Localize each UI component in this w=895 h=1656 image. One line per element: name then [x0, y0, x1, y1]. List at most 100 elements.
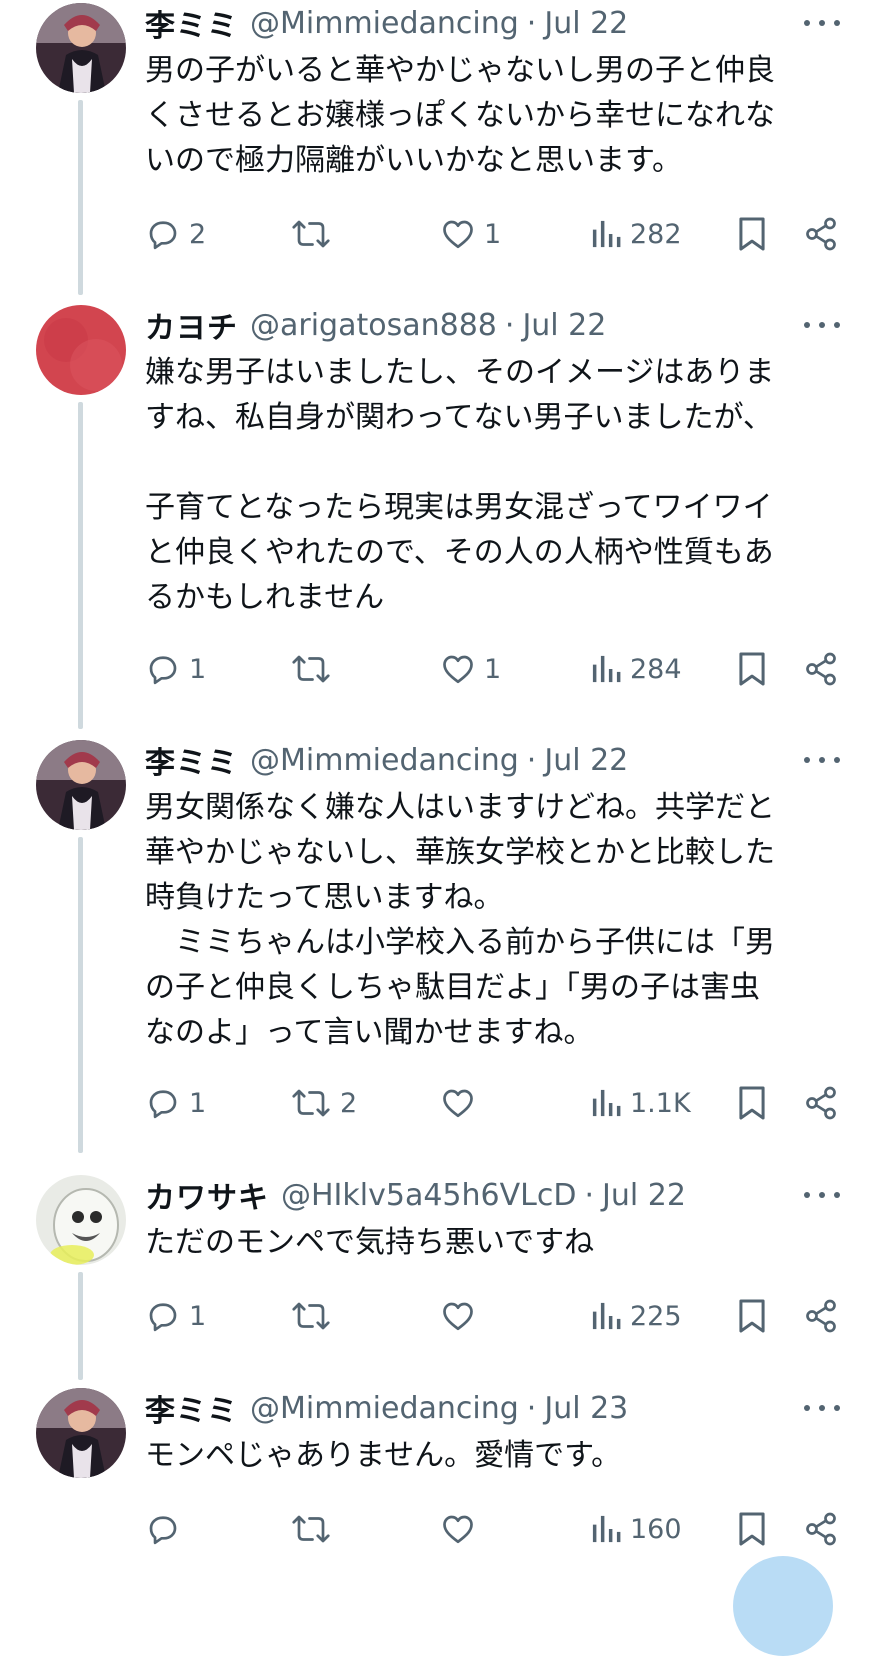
share-button[interactable]: [803, 1291, 839, 1341]
author-name[interactable]: カワサキ: [145, 1173, 269, 1217]
tweet-date[interactable]: Jul 22: [544, 743, 628, 778]
like-button[interactable]: 1: [440, 644, 501, 694]
views-count: 1.1K: [630, 1087, 691, 1119]
tweet-actions: 2 1 282: [0, 209, 895, 259]
reply-count: 1: [189, 1300, 207, 1332]
author-handle[interactable]: @arigatosan888: [250, 308, 497, 343]
author-handle[interactable]: @Mimmiedancing: [250, 1391, 519, 1426]
author-name[interactable]: 李ミミ: [145, 1386, 238, 1430]
author-handle[interactable]: @HIklv5a45h6VLcD: [281, 1178, 576, 1213]
more-icon[interactable]: [800, 8, 844, 38]
share-icon: [803, 1511, 839, 1547]
compose-fab[interactable]: [733, 1556, 833, 1656]
share-icon: [803, 216, 839, 252]
more-icon[interactable]: [800, 1393, 844, 1423]
tweet-text: 男女関係なく嫌な人はいますけどね。共学だと 華やかじゃないし、華族女学校とかと比…: [145, 790, 775, 1050]
avatar[interactable]: [36, 1388, 126, 1478]
reply-button[interactable]: 1: [145, 1291, 206, 1341]
share-button[interactable]: [803, 1078, 839, 1128]
views-button[interactable]: 284: [590, 644, 682, 694]
views-icon: [590, 216, 622, 252]
retweet-icon: [290, 216, 332, 252]
thread-line: [78, 100, 83, 295]
author-name[interactable]: カヨチ: [145, 303, 238, 347]
like-button[interactable]: [440, 1078, 484, 1128]
reply-icon: [145, 1298, 181, 1334]
author-handle[interactable]: @Mimmiedancing: [250, 6, 519, 41]
tweet-text: 嫌な男子はいましたし、そのイメージはありま すね、私自身が関わってない男子いまし…: [145, 355, 775, 615]
separator: ·: [504, 307, 515, 343]
retweet-icon: [290, 1298, 332, 1334]
retweet-icon: [290, 1085, 332, 1121]
bookmark-button[interactable]: [736, 1291, 768, 1341]
avatar[interactable]: [36, 1175, 126, 1265]
reply-thread: 李ミミ @Mimmiedancing · Jul 22 男の子がいると華やかじゃ…: [0, 0, 895, 1656]
retweet-icon: [290, 1511, 332, 1547]
views-count: 282: [630, 218, 682, 250]
like-button[interactable]: [440, 1291, 484, 1341]
like-button[interactable]: 1: [440, 209, 501, 259]
reply-count: 1: [189, 1087, 207, 1119]
reply-icon: [145, 1511, 181, 1547]
reply-button[interactable]: 2: [145, 209, 206, 259]
reply-icon: [145, 216, 181, 252]
more-icon[interactable]: [800, 1180, 844, 1210]
retweet-button[interactable]: 2: [290, 1078, 357, 1128]
reply-icon: [145, 651, 181, 687]
share-icon: [803, 1085, 839, 1121]
like-count: 1: [484, 218, 502, 250]
author-handle[interactable]: @Mimmiedancing: [250, 743, 519, 778]
retweet-button[interactable]: [290, 1504, 340, 1554]
views-count: 160: [630, 1513, 682, 1545]
views-button[interactable]: 225: [590, 1291, 682, 1341]
like-icon: [440, 1085, 476, 1121]
retweet-count: 2: [340, 1087, 358, 1119]
retweet-button[interactable]: [290, 1291, 340, 1341]
avatar[interactable]: [36, 3, 126, 93]
tweet-date[interactable]: Jul 22: [602, 1178, 686, 1213]
separator: ·: [526, 1390, 537, 1426]
bookmark-button[interactable]: [736, 1504, 768, 1554]
bookmark-button[interactable]: [736, 644, 768, 694]
share-icon: [803, 651, 839, 687]
views-button[interactable]: 160: [590, 1504, 682, 1554]
avatar[interactable]: [36, 740, 126, 830]
bookmark-icon: [736, 650, 768, 688]
tweet-date[interactable]: Jul 23: [544, 1391, 628, 1426]
views-icon: [590, 1085, 622, 1121]
tweet-text: モンペじゃありません。愛情です。: [145, 1438, 622, 1473]
reply-count: 2: [189, 218, 207, 250]
tweet-text: 男の子がいると華やかじゃないし男の子と仲良 くさせるとお嬢様っぽくないから幸せに…: [145, 53, 775, 178]
retweet-button[interactable]: [290, 209, 340, 259]
tweet-actions: 1 1 284: [0, 644, 895, 694]
separator: ·: [526, 5, 537, 41]
bookmark-icon: [736, 1297, 768, 1335]
reply-button[interactable]: 1: [145, 644, 206, 694]
share-button[interactable]: [803, 644, 839, 694]
views-icon: [590, 1298, 622, 1334]
views-count: 225: [630, 1300, 682, 1332]
views-button[interactable]: 1.1K: [590, 1078, 691, 1128]
bookmark-button[interactable]: [736, 209, 768, 259]
share-button[interactable]: [803, 209, 839, 259]
tweet-date[interactable]: Jul 22: [544, 6, 628, 41]
views-button[interactable]: 282: [590, 209, 682, 259]
reply-icon: [145, 1085, 181, 1121]
tweet-actions: 1 225: [0, 1291, 895, 1341]
bookmark-icon: [736, 215, 768, 253]
reply-button[interactable]: 1: [145, 1078, 206, 1128]
views-icon: [590, 1511, 622, 1547]
avatar[interactable]: [36, 305, 126, 395]
retweet-button[interactable]: [290, 644, 340, 694]
author-name[interactable]: 李ミミ: [145, 738, 238, 782]
tweet-actions: 1 2 1.1K: [0, 1078, 895, 1128]
share-button[interactable]: [803, 1504, 839, 1554]
author-name[interactable]: 李ミミ: [145, 1, 238, 45]
tweet-date[interactable]: Jul 22: [522, 308, 606, 343]
like-button[interactable]: [440, 1504, 484, 1554]
separator: ·: [584, 1177, 594, 1213]
bookmark-button[interactable]: [736, 1078, 768, 1128]
more-icon[interactable]: [800, 310, 844, 340]
reply-button[interactable]: [145, 1504, 189, 1554]
more-icon[interactable]: [800, 745, 844, 775]
